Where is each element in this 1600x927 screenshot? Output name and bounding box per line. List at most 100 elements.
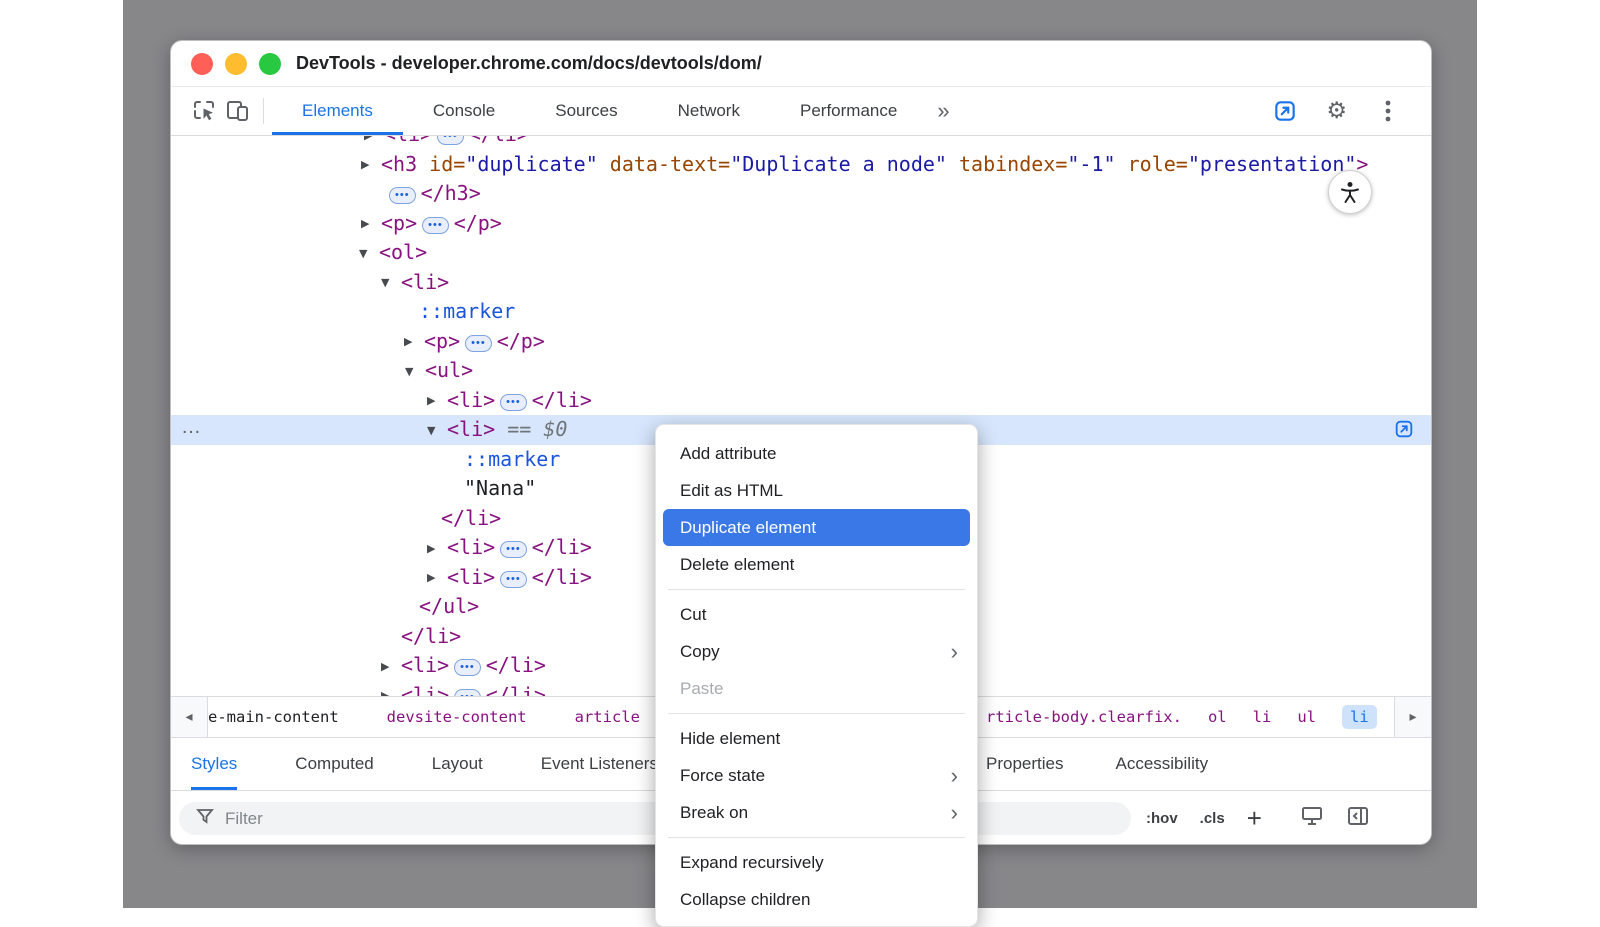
tab-styles[interactable]: Styles [191,738,237,790]
collapse-arrow-icon[interactable]: ▼ [427,416,447,446]
syntax-token-pseudo: ::marker [464,447,560,471]
context-menu-item-edit-as-html[interactable]: Edit as HTML [663,472,970,509]
toggle-sidebar-icon[interactable] [1346,804,1370,833]
context-menu-item-copy[interactable]: Copy› [663,633,970,670]
breadcrumb-item-devsite-content[interactable]: devsite-content [387,708,527,726]
dom-tree-row[interactable]: ▶<p> ••• </p> [171,209,1431,239]
tab-performance[interactable]: Performance [770,87,927,135]
inline-expand-icon[interactable]: ••• [422,217,449,234]
inline-expand-icon[interactable]: ••• [454,659,481,676]
context-menu-item-expand-recursively[interactable]: Expand recursively [663,844,970,881]
dom-tree-row[interactable]: ▶<h3 id="duplicate" data-text="Duplicate… [171,150,1431,180]
breadcrumb-item-li[interactable]: li [1342,705,1377,729]
expand-arrow-icon[interactable]: ▶ [361,209,381,239]
inline-expand-icon[interactable]: ••• [500,541,527,558]
expand-arrow-icon[interactable]: ▶ [427,563,447,593]
settings-gear-icon[interactable]: ⚙ [1326,100,1347,123]
dom-tree-row[interactable]: •••</h3> [171,179,1431,209]
breadcrumb-item-e-main-content[interactable]: e-main-content [208,708,339,726]
device-toolbar-icon[interactable] [221,94,255,128]
syntax-token-tag: <p> [381,211,417,235]
sidebar-tabs-left-group: Styles Computed Layout Event Listeners [191,738,658,790]
menu-item-label: Expand recursively [680,853,824,872]
syntax-token-tag: <ol> [379,240,427,264]
expand-arrow-icon[interactable]: ▶ [427,534,447,564]
tab-computed[interactable]: Computed [295,738,373,790]
expand-arrow-icon[interactable]: ▶ [427,386,447,416]
context-menu-item-break-on[interactable]: Break on› [663,794,970,831]
tab-console[interactable]: Console [403,87,525,135]
context-menu-item-collapse-children[interactable]: Collapse children [663,881,970,918]
toggle-element-state-button[interactable]: :hov [1146,810,1178,827]
inline-expand-icon[interactable]: ••• [500,394,527,411]
inline-expand-icon[interactable]: ••• [465,335,492,352]
context-menu-item-hide-element[interactable]: Hide element [663,720,970,757]
dom-tree-row[interactable]: ▼<ol> [171,238,1431,268]
close-button[interactable] [191,53,213,75]
inline-expand-icon[interactable]: ••• [500,571,527,588]
expand-arrow-icon[interactable]: ▶ [381,681,401,696]
syntax-token-tag: <h3 [381,152,417,176]
dom-tree-row[interactable]: ▼<ul> [171,356,1431,386]
tab-event-listeners[interactable]: Event Listeners [541,738,658,790]
context-menu-item-duplicate-element[interactable]: Duplicate element [663,509,970,546]
inspect-icon[interactable] [187,94,221,128]
menu-item-label: Add attribute [680,444,776,463]
title-bar: DevTools - developer.chrome.com/docs/dev… [171,41,1431,87]
rendering-icon[interactable] [1300,804,1324,833]
kebab-menu-icon[interactable] [1371,94,1405,128]
syntax-token-tag: <li> [384,136,432,146]
tab-properties[interactable]: Properties [986,738,1063,790]
row-actions-icon[interactable]: … [181,413,202,443]
inline-expand-icon[interactable]: ••• [454,689,481,697]
tab-sources[interactable]: Sources [525,87,647,135]
collapse-arrow-icon[interactable]: ▼ [359,239,379,269]
more-tabs-button[interactable]: » [937,98,949,124]
syntax-token-tag: </li> [486,653,546,677]
breadcrumb-item-article[interactable]: article [575,708,640,726]
toggle-class-button[interactable]: .cls [1200,810,1225,827]
dom-tree-row[interactable]: ▶<li>•••</li> [171,136,1431,150]
context-menu-item-delete-element[interactable]: Delete element [663,546,970,583]
context-menu-item-force-state[interactable]: Force state› [663,757,970,794]
breadcrumb-item-ul[interactable]: ul [1297,708,1316,726]
context-menu-item-cut[interactable]: Cut [663,596,970,633]
dom-tree-row[interactable]: ::marker [171,297,1431,327]
inline-expand-icon[interactable]: ••• [437,136,464,145]
dom-tree-row[interactable]: ▶<li>•••</li> [171,386,1431,416]
element-badge-toolbar-icon[interactable] [1268,94,1302,128]
accessibility-button[interactable] [1328,170,1372,214]
syntax-token-tag: </li> [401,624,461,648]
filter-funnel-icon [195,806,215,831]
breadcrumb-scroll-left[interactable]: ◂ [171,697,208,737]
syntax-token-tag: <li> [447,535,495,559]
collapse-arrow-icon[interactable]: ▼ [381,268,401,298]
inline-expand-icon[interactable]: ••• [389,187,416,204]
window-title: DevTools - developer.chrome.com/docs/dev… [296,53,762,74]
tab-layout[interactable]: Layout [432,738,483,790]
expand-arrow-icon[interactable]: ▶ [381,652,401,682]
dom-tree-row[interactable]: ▶<p>•••</p> [171,327,1431,357]
collapse-arrow-icon[interactable]: ▼ [405,357,425,387]
breadcrumb-item-ol[interactable]: ol [1208,708,1227,726]
dom-tree-row[interactable]: ▼<li> [171,268,1431,298]
zoom-button[interactable] [259,53,281,75]
expand-arrow-icon[interactable]: ▶ [361,150,381,180]
minimize-button[interactable] [225,53,247,75]
new-style-rule-button[interactable]: + [1247,805,1262,831]
syntax-token-tag: </li> [532,565,592,589]
syntax-token-val: "Duplicate a node" [730,152,947,176]
context-menu-item-paste[interactable]: Paste [663,670,970,707]
expand-arrow-icon[interactable]: ▶ [404,327,424,357]
syntax-token-attr: data-text= [610,152,730,176]
context-menu-item-add-attribute[interactable]: Add attribute [663,435,970,472]
breadcrumb-item-rticle-body-clearfix[interactable]: rticle-body.clearfix. [986,708,1182,726]
syntax-token-tag: </li> [486,683,546,697]
breadcrumb-item-li[interactable]: li [1253,708,1272,726]
tab-elements[interactable]: Elements [272,87,403,135]
tab-accessibility[interactable]: Accessibility [1115,738,1208,790]
expand-arrow-icon[interactable]: ▶ [364,136,384,150]
syntax-token-tag: </p> [454,211,502,235]
tab-network[interactable]: Network [648,87,770,135]
breadcrumb-scroll-right[interactable]: ▸ [1394,697,1431,737]
